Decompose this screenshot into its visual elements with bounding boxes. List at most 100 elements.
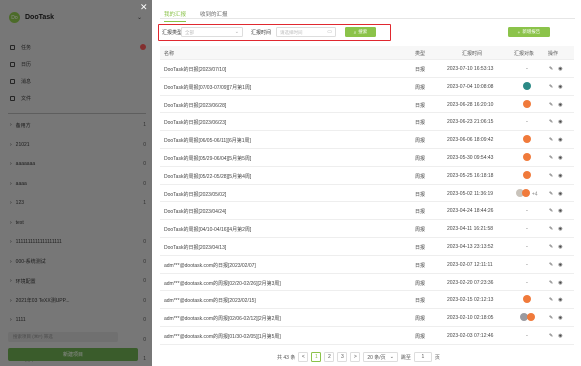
chevron-down-icon[interactable]: ⌄: [137, 14, 142, 21]
report-name[interactable]: DooTask的周报[05/22-05/28][5月第4周]: [164, 173, 251, 180]
report-name[interactable]: DooTask的日报[2023/05/02]: [164, 191, 226, 198]
view-icon[interactable]: ◉: [558, 262, 562, 268]
sidebar-search-input[interactable]: 搜索项目 (⌘F) 筛选: [8, 332, 118, 342]
view-icon[interactable]: ◉: [558, 244, 562, 250]
report-name[interactable]: DooTask的日报[2023/06/28]: [164, 102, 226, 109]
page-3[interactable]: 3: [337, 352, 348, 362]
view-icon[interactable]: ◉: [558, 119, 562, 125]
edit-icon[interactable]: ✎: [549, 155, 553, 161]
report-name[interactable]: DooTask的周报[07/03-07/09][7月第1周]: [164, 84, 251, 91]
view-icon[interactable]: ◉: [558, 226, 562, 232]
view-icon[interactable]: ◉: [558, 66, 562, 72]
page-2[interactable]: 2: [324, 352, 335, 362]
edit-icon[interactable]: ✎: [549, 226, 553, 232]
close-icon[interactable]: ✕: [140, 3, 148, 12]
report-name[interactable]: adm***@dootask.com的日报[2023/02/07]: [164, 262, 256, 269]
sidebar-project-item[interactable]: › aaaa 0: [10, 179, 146, 189]
table-row[interactable]: adm***@dootask.com的日报[2023/02/07] 日报 202…: [160, 256, 574, 274]
tab-received-reports[interactable]: 收到的汇报: [200, 8, 228, 22]
edit-icon[interactable]: ✎: [549, 102, 553, 108]
sidebar-project-item[interactable]: › 1111 0: [10, 315, 146, 325]
sidebar-item[interactable]: 任务: [10, 42, 146, 52]
edit-icon[interactable]: ✎: [549, 315, 553, 321]
edit-icon[interactable]: ✎: [549, 244, 553, 250]
edit-icon[interactable]: ✎: [549, 66, 553, 72]
report-name[interactable]: DooTask的周报[06/05-06/11][6月第1周]: [164, 137, 251, 144]
table-row[interactable]: adm***@dootask.com的周报[02/06-02/12][2月第2周…: [160, 309, 574, 327]
table-row[interactable]: DooTask的日报[2023/05/02] 日报 2023-05-02 11:…: [160, 185, 574, 203]
sidebar-item[interactable]: 文件: [10, 93, 146, 103]
edit-icon[interactable]: ✎: [549, 84, 553, 90]
report-name[interactable]: adm***@dootask.com的周报[01/30-02/05][1月第5周…: [164, 333, 281, 340]
view-icon[interactable]: ◉: [558, 84, 562, 90]
report-name[interactable]: DooTask的日报[2023/07/10]: [164, 66, 226, 73]
table-row[interactable]: adm***@dootask.com的周报[02/20-02/26][2月第3周…: [160, 274, 574, 292]
view-icon[interactable]: ◉: [558, 155, 562, 161]
report-name[interactable]: DooTask的日报[2023/04/24]: [164, 208, 226, 215]
view-icon[interactable]: ◉: [558, 137, 562, 143]
new-project-button[interactable]: 新建项目: [8, 348, 138, 361]
table-row[interactable]: adm***@dootask.com的周报[01/30-02/05][1月第5周…: [160, 327, 574, 345]
table-row[interactable]: adm***@dootask.com的日报[2023/02/15] 日报 202…: [160, 291, 574, 310]
view-icon[interactable]: ◉: [558, 280, 562, 286]
edit-icon[interactable]: ✎: [549, 137, 553, 143]
next-page-button[interactable]: >: [350, 352, 361, 362]
report-name[interactable]: DooTask的周报[05/29-06/04][5月第5周]: [164, 155, 251, 162]
sidebar-project-item[interactable]: › 2021年03 TeXX测UPP... 0: [10, 296, 146, 306]
table-row[interactable]: DooTask的周报[05/22-05/28][5月第4周] 周报 2023-0…: [160, 167, 574, 185]
sidebar-project-item[interactable]: › test: [10, 218, 146, 228]
table-row[interactable]: DooTask的周报[04/10-04/16][4月第2周] 周报 2023-0…: [160, 220, 574, 238]
edit-icon[interactable]: ✎: [549, 173, 553, 179]
edit-icon[interactable]: ✎: [549, 262, 553, 268]
prev-page-button[interactable]: <: [298, 352, 309, 362]
sidebar-project-item[interactable]: › 环境配置 0: [10, 276, 146, 286]
sidebar-item[interactable]: 日历: [10, 59, 146, 69]
report-name[interactable]: adm***@dootask.com的日报[2023/02/15]: [164, 297, 256, 304]
table-row[interactable]: DooTask的周报[06/05-06/11][6月第1周] 周报 2023-0…: [160, 131, 574, 149]
table-row[interactable]: DooTask的日报[2023/06/23] 日报 2023-06-23 21:…: [160, 113, 574, 132]
table-row[interactable]: DooTask的周报[05/29-06/04][5月第5周] 周报 2023-0…: [160, 149, 574, 167]
report-name[interactable]: DooTask的日报[2023/04/13]: [164, 244, 226, 251]
report-type-select[interactable]: 全部 ⌄: [181, 27, 243, 37]
sidebar-project-item[interactable]: › aaaaaaa 0: [10, 159, 146, 169]
sidebar-item[interactable]: 消息: [10, 76, 146, 86]
view-icon[interactable]: ◉: [558, 173, 562, 179]
report-name[interactable]: DooTask的日报[2023/06/23]: [164, 119, 226, 126]
row-actions: ✎ ◉: [549, 102, 563, 108]
table-row[interactable]: DooTask的日报[2023/04/24] 日报 2023-04-24 18:…: [160, 202, 574, 221]
sidebar-project-item[interactable]: › 123 1: [10, 198, 146, 208]
report-name[interactable]: adm***@dootask.com的周报[02/06-02/12][2月第2周…: [164, 315, 281, 322]
row-actions: ✎ ◉: [549, 333, 563, 339]
sidebar-project-item[interactable]: › 1111111111111111111 0: [10, 237, 146, 247]
view-icon[interactable]: ◉: [558, 297, 562, 303]
view-icon[interactable]: ◉: [558, 191, 562, 197]
report-type: 日报: [415, 262, 426, 269]
new-report-button[interactable]: + 新增报告: [508, 27, 550, 37]
search-button[interactable]: ⌕ 搜索: [345, 27, 376, 37]
report-name[interactable]: adm***@dootask.com的周报[02/20-02/26][2月第3周…: [164, 280, 281, 287]
view-icon[interactable]: ◉: [558, 333, 562, 339]
view-icon[interactable]: ◉: [558, 208, 562, 214]
tab-my-reports[interactable]: 我的汇报: [164, 8, 187, 22]
edit-icon[interactable]: ✎: [549, 208, 553, 214]
edit-icon[interactable]: ✎: [549, 119, 553, 125]
edit-icon[interactable]: ✎: [549, 333, 553, 339]
edit-icon[interactable]: ✎: [549, 191, 553, 197]
sidebar-project-item[interactable]: › 000-系统测试 0: [10, 257, 146, 267]
page-1[interactable]: 1: [311, 352, 322, 362]
view-icon[interactable]: ◉: [558, 102, 562, 108]
report-time-picker[interactable]: 请选择时间 ▭: [276, 27, 336, 37]
edit-icon[interactable]: ✎: [549, 297, 553, 303]
sidebar-project-item[interactable]: › 21021 0: [10, 140, 146, 150]
table-row[interactable]: DooTask的日报[2023/07/10] 日报 2023-07-10 16:…: [160, 60, 574, 78]
sidebar-project-item[interactable]: › 备用方 1: [10, 120, 146, 130]
table-row[interactable]: DooTask的日报[2023/06/28] 日报 2023-06-28 16:…: [160, 96, 574, 114]
page-size-select[interactable]: 20 条/页 ⌄: [363, 352, 398, 362]
table-row[interactable]: DooTask的周报[07/03-07/09][7月第1周] 周报 2023-0…: [160, 78, 574, 96]
report-name[interactable]: DooTask的周报[04/10-04/16][4月第2周]: [164, 226, 251, 233]
view-icon[interactable]: ◉: [558, 315, 562, 321]
table-row[interactable]: DooTask的日报[2023/04/13] 日报 2023-04-13 23:…: [160, 238, 574, 256]
brand[interactable]: Do DooTask ⌄: [9, 12, 142, 23]
goto-page-input[interactable]: 1: [413, 352, 432, 362]
edit-icon[interactable]: ✎: [549, 280, 553, 286]
